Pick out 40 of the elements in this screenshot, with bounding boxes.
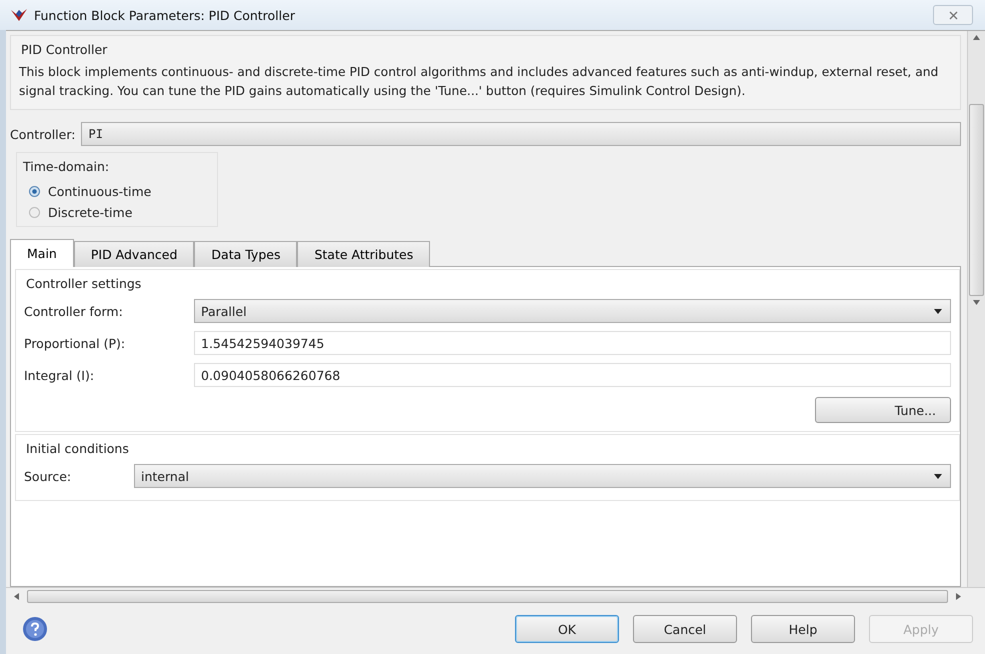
dropdown[interactable]: Parallel bbox=[194, 299, 951, 323]
help-icon[interactable] bbox=[22, 616, 48, 642]
close-icon bbox=[948, 10, 958, 20]
block-description: This block implements continuous- and discrete-time PID control algorithms and includes advanced features such as anti-windup, external reset, and signal tracking. You can tune the PID gains automatically using the 'Tune...' button (requires Simulink Control Design). bbox=[19, 64, 940, 100]
group-title: Controller settings bbox=[25, 275, 142, 293]
horizontal-scrollbar[interactable] bbox=[6, 587, 985, 604]
tab[interactable]: PID Advanced bbox=[74, 241, 194, 267]
tab[interactable]: Main bbox=[10, 239, 74, 267]
vertical-scrollbar[interactable] bbox=[967, 31, 985, 587]
dropdown[interactable]: internal bbox=[134, 464, 951, 488]
scroll-left-icon[interactable] bbox=[14, 592, 19, 600]
radio-button[interactable] bbox=[29, 207, 40, 218]
controller-dropdown[interactable]: PI bbox=[81, 122, 961, 146]
field-label: Source: bbox=[24, 468, 72, 484]
scroll-right-icon[interactable] bbox=[956, 592, 961, 600]
caret-icon bbox=[934, 308, 942, 314]
tab[interactable]: State Attributes bbox=[297, 241, 430, 267]
group-title: Time-domain: bbox=[22, 158, 110, 176]
dialog-button[interactable]: OK bbox=[515, 615, 619, 643]
input-field[interactable]: 1.54542594039745 bbox=[194, 331, 951, 355]
app-icon bbox=[10, 7, 28, 23]
dialog-button[interactable]: Cancel bbox=[633, 615, 737, 643]
field-label: Controller form: bbox=[24, 304, 124, 318]
field-label: Controller: bbox=[10, 126, 76, 142]
radio-option[interactable]: Continuous-time bbox=[21, 184, 209, 199]
group-title: Initial conditions bbox=[25, 440, 130, 458]
dialog-button[interactable]: Help bbox=[751, 615, 855, 643]
scroll-up-icon[interactable] bbox=[973, 35, 980, 40]
radio-button[interactable] bbox=[29, 186, 40, 197]
caret-icon bbox=[934, 474, 942, 478]
tune-button[interactable]: Tune... bbox=[815, 397, 951, 423]
tab[interactable]: Data Types bbox=[194, 241, 298, 267]
close-button[interactable] bbox=[933, 5, 973, 25]
scroll-down-icon[interactable] bbox=[973, 300, 980, 305]
input-field[interactable]: 0.0904058066260768 bbox=[194, 363, 951, 387]
window-title: Function Block Parameters: PID Controller bbox=[34, 8, 295, 22]
field-label: Proportional (P): bbox=[24, 336, 126, 350]
radio-option[interactable]: Discrete-time bbox=[21, 205, 209, 220]
group-title: PID Controller bbox=[20, 41, 108, 59]
field-label: Integral (I): bbox=[24, 368, 96, 382]
